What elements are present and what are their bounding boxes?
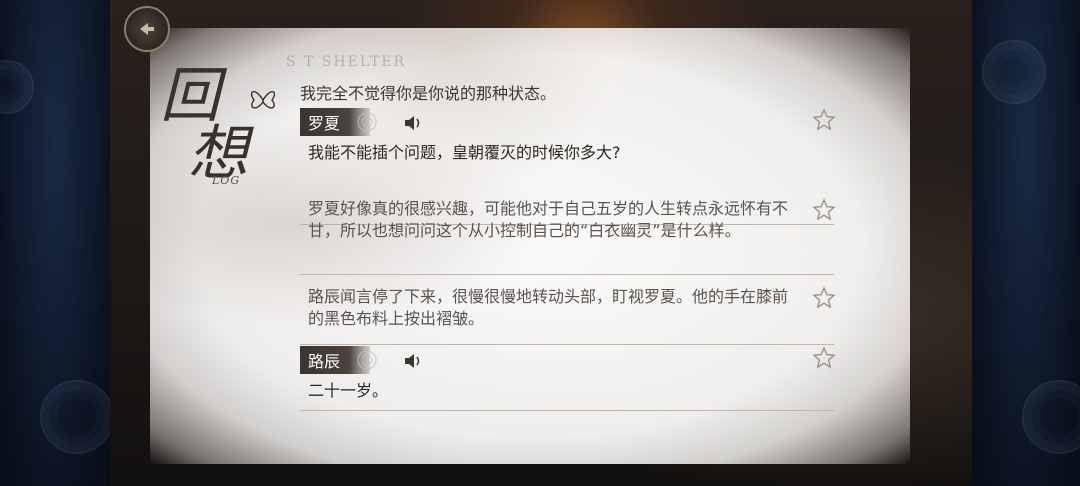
log-entry: 罗夏好像真的很感兴趣，可能他对于自己五岁的人生转点永远怀有不甘，所以也想问问这个… (300, 186, 836, 275)
dialogue-text: 我能不能插个问题，皇朝覆灭的时候你多大? (308, 143, 621, 162)
narration-text: 罗夏好像真的很感兴趣，可能他对于自己五岁的人生转点永远怀有不甘，所以也想问问这个… (308, 199, 789, 240)
star-icon[interactable] (812, 198, 836, 222)
title-top: 回 (160, 61, 220, 131)
log-entry: 路辰 二十一岁。 (300, 346, 836, 411)
back-button[interactable] (124, 6, 170, 52)
left-ornament-panel (0, 0, 114, 486)
dialogue-text: 二十一岁。 (308, 381, 389, 400)
back-arrow-icon (140, 23, 154, 35)
dialogue-log[interactable]: 我完全不觉得你是你说的那种状态。 罗夏 我能不能插个问题，皇朝覆灭的时候你多大?… (300, 70, 836, 411)
rose-ornament (40, 380, 114, 454)
rose-icon (357, 112, 377, 132)
right-ornament-panel (972, 0, 1080, 486)
speaker-name: 路辰 (308, 352, 341, 371)
title-sub: LOG (212, 174, 241, 187)
rose-ornament (982, 40, 1046, 104)
star-icon[interactable] (812, 286, 836, 310)
title-text: 回 想 (160, 61, 248, 184)
speaker-name: 罗夏 (308, 114, 341, 133)
rose-ornament (1022, 380, 1080, 454)
rose-ornament (0, 60, 34, 114)
speaker-tag: 罗夏 (300, 108, 377, 136)
speaker-icon[interactable] (402, 350, 424, 372)
log-entry: 路辰闻言停了下来，很慢很慢地转动头部，盯视罗夏。他的手在膝前的黑色布料上按出褶皱… (300, 276, 836, 345)
speaker-tag: 路辰 (300, 346, 377, 374)
butterfly-icon (250, 91, 276, 109)
star-icon[interactable] (812, 346, 836, 370)
speaker-icon[interactable] (402, 112, 424, 134)
narration-text: 路辰闻言停了下来，很慢很慢地转动头部，盯视罗夏。他的手在膝前的黑色布料上按出褶皱… (308, 287, 789, 328)
partial-log-line: 我完全不觉得你是你说的那种状态。 (300, 84, 557, 103)
star-icon[interactable] (812, 108, 836, 132)
rose-icon (357, 350, 377, 370)
log-title: 回 想 LOG (160, 61, 290, 188)
watermark: S T SHELTER (286, 54, 407, 70)
